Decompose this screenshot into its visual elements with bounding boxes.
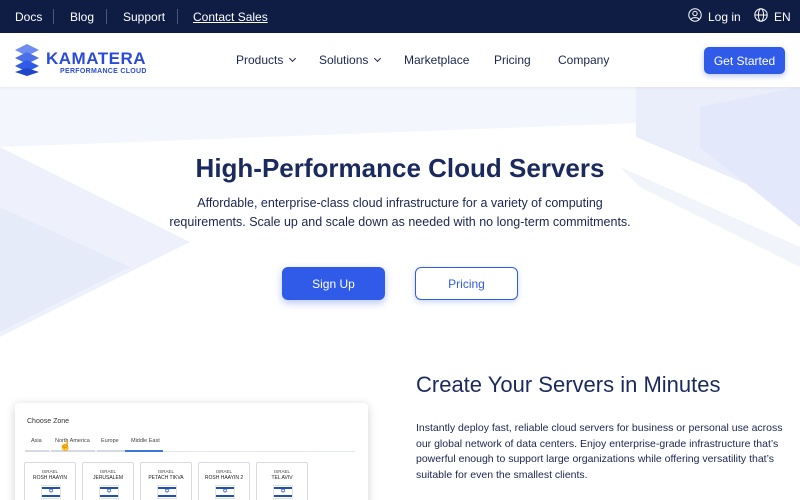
logo-tagline: PERFORMANCE CLOUD [60, 68, 147, 75]
nav-pricing[interactable]: Pricing [494, 33, 531, 87]
chevron-down-icon [374, 54, 382, 63]
tab-underline [51, 450, 95, 452]
language-selector[interactable]: EN [754, 0, 791, 33]
section-title: Create Your Servers in Minutes [416, 372, 721, 397]
nav-solutions-label: Solutions [319, 53, 369, 67]
login-label: Log in [708, 9, 741, 24]
nav-products-label: Products [236, 53, 284, 67]
kamatera-logo[interactable]: KAMATERA PERFORMANCE CLOUD [14, 43, 147, 82]
hand-cursor-icon: ☝ [59, 441, 72, 452]
logo-wordmark: KAMATERA [46, 49, 147, 68]
blog-link[interactable]: Blog [70, 0, 94, 33]
zone-country: ISRAEL [273, 469, 290, 474]
get-started-button[interactable]: Get Started [704, 47, 785, 74]
tab-underline [97, 450, 127, 452]
zone-city: ROSH HAAYIN 2 [204, 475, 244, 481]
zone-country: ISRAEL [41, 469, 58, 474]
tab-underline-active [125, 450, 163, 452]
zone-country: ISRAEL [215, 469, 232, 474]
divider [177, 9, 178, 24]
user-icon [688, 8, 702, 25]
chevron-down-icon [289, 54, 297, 63]
israel-flag-icon: ✡ [215, 485, 235, 499]
main-header: KAMATERA PERFORMANCE CLOUD Products Solu… [0, 33, 800, 87]
zone-city: ROSH HAAYIN [32, 475, 68, 481]
israel-flag-icon: ✡ [41, 485, 61, 499]
zone-option[interactable]: ISRAEL TEL AVIV ✡ [256, 462, 308, 500]
israel-flag-icon: ✡ [273, 485, 293, 499]
zone-option[interactable]: ISRAEL ROSH HAAYIN ✡ [24, 462, 76, 500]
top-utility-bar: Docs Blog Support Contact Sales Log in E… [0, 0, 800, 33]
zone-country: ISRAEL [157, 469, 174, 474]
nav-company[interactable]: Company [558, 33, 609, 87]
israel-flag-icon: ✡ [99, 485, 119, 499]
section-body: Instantly deploy fast, reliable cloud se… [416, 422, 783, 481]
zone-option[interactable]: ISRAEL PETACH TIKVA ✡ [140, 462, 192, 500]
zone-card-title: Choose Zone [27, 418, 70, 425]
sign-up-button[interactable]: Sign Up [282, 267, 385, 300]
support-link[interactable]: Support [123, 0, 165, 33]
zone-city: PETACH TIKVA [148, 475, 184, 481]
docs-link[interactable]: Docs [15, 0, 42, 33]
divider [106, 9, 107, 24]
zone-city: JERUSALEM [92, 475, 123, 481]
hero-title: High-Performance Cloud Servers [195, 153, 605, 183]
login-link[interactable]: Log in [688, 0, 741, 33]
language-label: EN [774, 9, 791, 24]
nav-products[interactable]: Products [236, 33, 297, 87]
tab-middle-east[interactable]: Middle East [131, 438, 160, 444]
tab-europe[interactable]: Europe [101, 438, 119, 444]
divider [53, 9, 54, 24]
zone-country: ISRAEL [99, 469, 116, 474]
logo-mark-icon [14, 43, 40, 82]
contact-sales-link[interactable]: Contact Sales [193, 0, 268, 33]
pricing-button[interactable]: Pricing [415, 267, 518, 300]
zone-option[interactable]: ISRAEL ROSH HAAYIN 2 ✡ [198, 462, 250, 500]
nav-marketplace[interactable]: Marketplace [404, 33, 469, 87]
hero-section: High-Performance Cloud Servers Affordabl… [0, 87, 800, 347]
tab-underline [25, 450, 49, 452]
zone-city: TEL AVIV [271, 475, 293, 481]
zone-option[interactable]: ISRAEL JERUSALEM ✡ [82, 462, 134, 500]
israel-flag-icon: ✡ [157, 485, 177, 499]
tab-asia[interactable]: Asia [31, 438, 42, 444]
nav-solutions[interactable]: Solutions [319, 33, 382, 87]
zone-tabs: Asia North America Europe Middle East [25, 436, 355, 452]
globe-icon [754, 8, 768, 25]
hero-subtitle: Affordable, enterprise-class cloud infra… [169, 196, 631, 229]
